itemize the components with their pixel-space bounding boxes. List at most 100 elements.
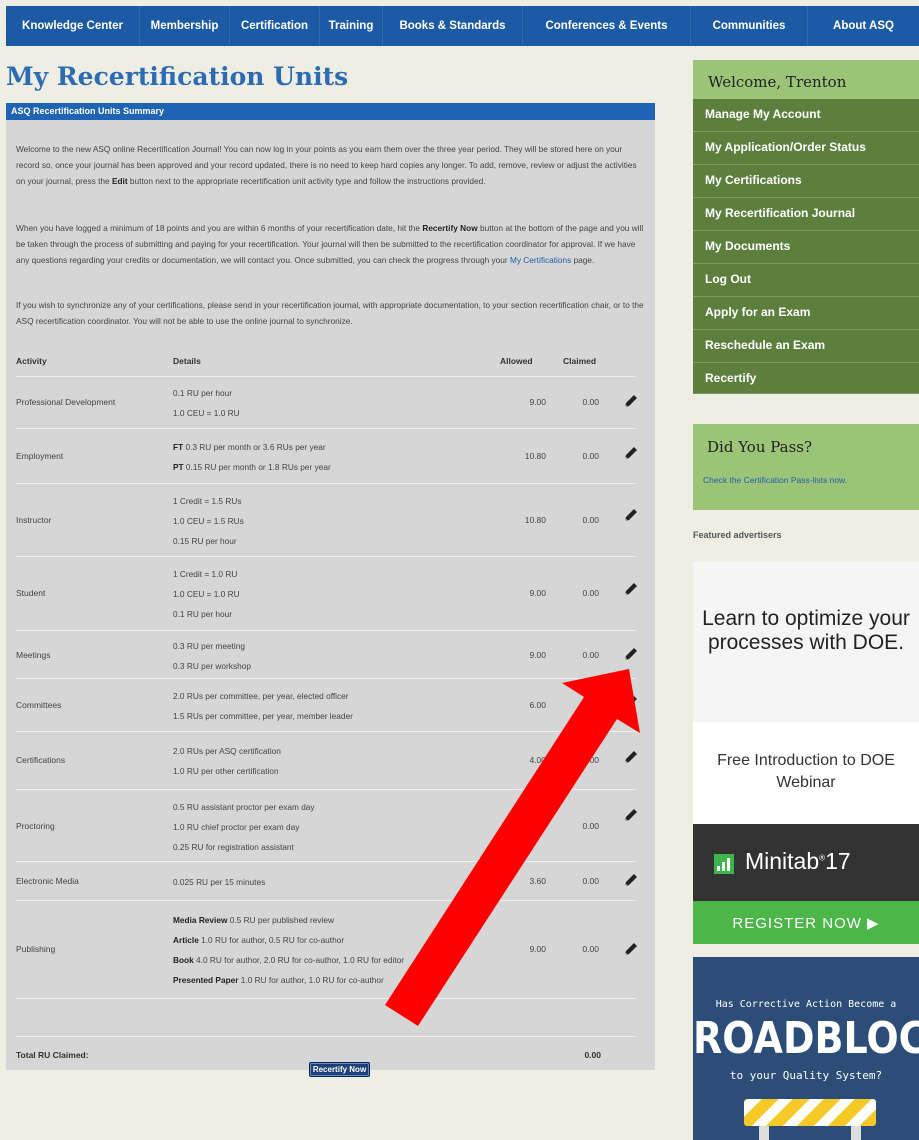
allowed-value: 6.00 xyxy=(529,700,546,710)
detail-line: PT 0.15 RU per month or 1.8 RUs per year xyxy=(173,457,331,477)
nav-about-asq[interactable]: About ASQ xyxy=(808,6,919,46)
row-separator xyxy=(16,1036,636,1037)
detail-text: 1.5 RUs per committee, per year, member … xyxy=(173,711,353,721)
pencil-icon[interactable] xyxy=(622,392,640,410)
detail-line: 0.5 RU assistant proctor per exam day xyxy=(173,797,315,817)
activity-name: Proctoring xyxy=(16,820,55,831)
menu-reschedule-exam[interactable]: Reschedule an Exam xyxy=(693,330,919,363)
allowed-value: 9.00 xyxy=(529,944,546,954)
activity-name: Meetings xyxy=(16,649,51,660)
brand-name: Minitab xyxy=(745,848,820,874)
detail-label: FT xyxy=(173,442,184,452)
register-now-button[interactable]: REGISTER NOW ▶ xyxy=(693,901,919,944)
header-allowed: Allowed xyxy=(500,356,533,366)
table-row: Proctoring 0.5 RU assistant proctor per e… xyxy=(6,789,655,860)
menu-recertification-journal[interactable]: My Recertification Journal xyxy=(693,198,919,231)
minitab-logo-icon xyxy=(714,854,734,874)
pass-list-link[interactable]: Check the Certification Pass-lists now. xyxy=(703,475,847,485)
allowed-value: 10.80 xyxy=(524,451,546,461)
nav-communities[interactable]: Communities xyxy=(691,6,808,46)
detail-label: Article xyxy=(173,935,199,945)
claimed-value: 0.00 xyxy=(582,451,599,461)
pencil-icon[interactable] xyxy=(622,580,640,598)
table-row: Student 1 Credit = 1.0 RU 1.0 CEU = 1.0 RU… xyxy=(6,556,655,628)
nav-certification[interactable]: Certification xyxy=(230,6,320,46)
detail-line: 0.3 RU per workshop xyxy=(173,656,251,676)
intro-text: When you have logged a minimum of 18 poi… xyxy=(16,223,423,233)
roadblock-barrier-icon xyxy=(744,1099,876,1126)
detail-text: 0.25 RU for registration assistant xyxy=(173,841,294,852)
detail-text: 1 Credit = 1.5 RUs xyxy=(173,496,242,506)
activity-details: FT 0.3 RU per month or 3.6 RUs per year P… xyxy=(173,437,331,477)
menu-my-documents[interactable]: My Documents xyxy=(693,231,919,264)
ad-headline: Learn to optimize your processes with DO… xyxy=(702,607,910,654)
activity-details: 2.0 RUs per committee, per year, elected… xyxy=(173,686,353,726)
pencil-icon[interactable] xyxy=(622,693,640,711)
minitab-brand: Minitab®17 xyxy=(745,848,851,874)
menu-order-status[interactable]: My Application/Order Status xyxy=(693,132,919,165)
intro-bold: Recertify Now xyxy=(422,223,478,233)
nav-training[interactable]: Training xyxy=(320,6,383,46)
table-row: Instructor 1 Credit = 1.5 RUs 1.0 CEU = 1.… xyxy=(6,483,655,555)
pencil-icon[interactable] xyxy=(622,645,640,663)
activity-name: Certifications xyxy=(16,755,66,765)
pencil-icon[interactable] xyxy=(622,940,640,958)
activity-name: Employment xyxy=(16,451,64,461)
roadblock-ad[interactable]: Has Corrective Action Become a ROADBLOCK… xyxy=(693,957,919,1140)
my-certifications-link[interactable]: My Certifications xyxy=(510,255,571,265)
pencil-icon[interactable] xyxy=(622,748,640,766)
header-claimed: Claimed xyxy=(563,356,597,366)
top-navigation: Knowledge Center Membership Certificatio… xyxy=(0,0,919,47)
menu-my-certifications[interactable]: My Certifications xyxy=(693,165,919,198)
nav-knowledge-center[interactable]: Knowledge Center xyxy=(6,6,140,46)
total-label: Total RU Claimed: xyxy=(16,1050,89,1060)
summary-header: ASQ Recertification Units Summary xyxy=(6,103,655,120)
did-you-pass-box: Did You Pass? Check the Certification Pa… xyxy=(693,424,919,510)
menu-log-out[interactable]: Log Out xyxy=(693,264,919,297)
detail-text: 1.0 CEU = 1.0 RU xyxy=(173,408,240,418)
minitab-ad[interactable]: Learn to optimize your processes with DO… xyxy=(693,562,919,944)
detail-line: 1.0 CEU = 1.0 RU xyxy=(173,403,240,423)
detail-label: PT xyxy=(173,462,184,472)
menu-recertify[interactable]: Recertify xyxy=(693,363,919,394)
nav-conferences-events[interactable]: Conferences & Events xyxy=(523,6,691,46)
menu-apply-exam[interactable]: Apply for an Exam xyxy=(693,297,919,330)
recertify-now-button[interactable]: Recertify Now xyxy=(309,1062,370,1077)
intro-paragraph-3: If you wish to synchronize any of your c… xyxy=(16,300,644,326)
table-row: Electronic Media 0.025 RU per 15 minutes 3… xyxy=(6,861,655,899)
detail-text: 1.0 RU for author, 0.5 RU for co-author xyxy=(198,935,345,945)
pencil-icon[interactable] xyxy=(622,444,640,462)
allowed-value: 9.00 xyxy=(529,588,546,598)
detail-line: 0.3 RU per meeting xyxy=(173,636,251,656)
header-activity: Activity xyxy=(16,356,47,366)
detail-line: 2.0 RUs per committee, per year, elected… xyxy=(173,686,353,706)
detail-line: 0.025 RU per 15 minutes xyxy=(173,872,265,892)
detail-line: FT 0.3 RU per month or 3.6 RUs per year xyxy=(173,437,331,457)
total-value: 0.00 xyxy=(584,1050,601,1060)
pencil-icon[interactable] xyxy=(622,806,640,824)
menu-manage-account[interactable]: Manage My Account xyxy=(693,99,919,132)
pencil-icon[interactable] xyxy=(622,871,640,889)
intro-text: button next to the appropriate recertifi… xyxy=(127,176,486,186)
minitab-banner: Minitab®17 xyxy=(693,824,919,901)
detail-text: 0.5 RU per published review xyxy=(227,915,334,925)
detail-line: 1.0 RU chief proctor per exam day xyxy=(173,817,315,837)
welcome-text: Welcome, Trenton xyxy=(708,73,847,91)
table-row: Professional Development 0.1 RU per hour 1… xyxy=(6,376,655,426)
activity-name: Electronic Media xyxy=(16,876,79,886)
activity-details: 1 Credit = 1.0 RU 1.0 CEU = 1.0 RU 0.1 RU … xyxy=(173,564,240,624)
detail-text: 1.0 CEU = 1.0 RU xyxy=(173,589,240,599)
nav-membership[interactable]: Membership xyxy=(140,6,230,46)
nav-books-standards[interactable]: Books & Standards xyxy=(383,6,523,46)
activity-name: Instructor xyxy=(16,515,52,525)
detail-text: 0.1 RU per hour xyxy=(173,609,233,619)
allowed-value: 9.00 xyxy=(529,649,546,660)
activity-name: Committees xyxy=(16,700,62,710)
detail-text: 1.0 CEU = 1.5 RUs xyxy=(173,516,244,526)
detail-text: 0.15 RU per month or 1.8 RUs per year xyxy=(183,462,331,472)
detail-text: 1 Credit = 1.0 RU xyxy=(173,569,238,579)
detail-text: 0.025 RU per 15 minutes xyxy=(173,877,266,887)
detail-text: 0.3 RU per month or 3.6 RUs per year xyxy=(183,442,326,452)
table-row: Employment FT 0.3 RU per month or 3.6 RUs… xyxy=(6,428,655,482)
pencil-icon[interactable] xyxy=(622,506,640,524)
